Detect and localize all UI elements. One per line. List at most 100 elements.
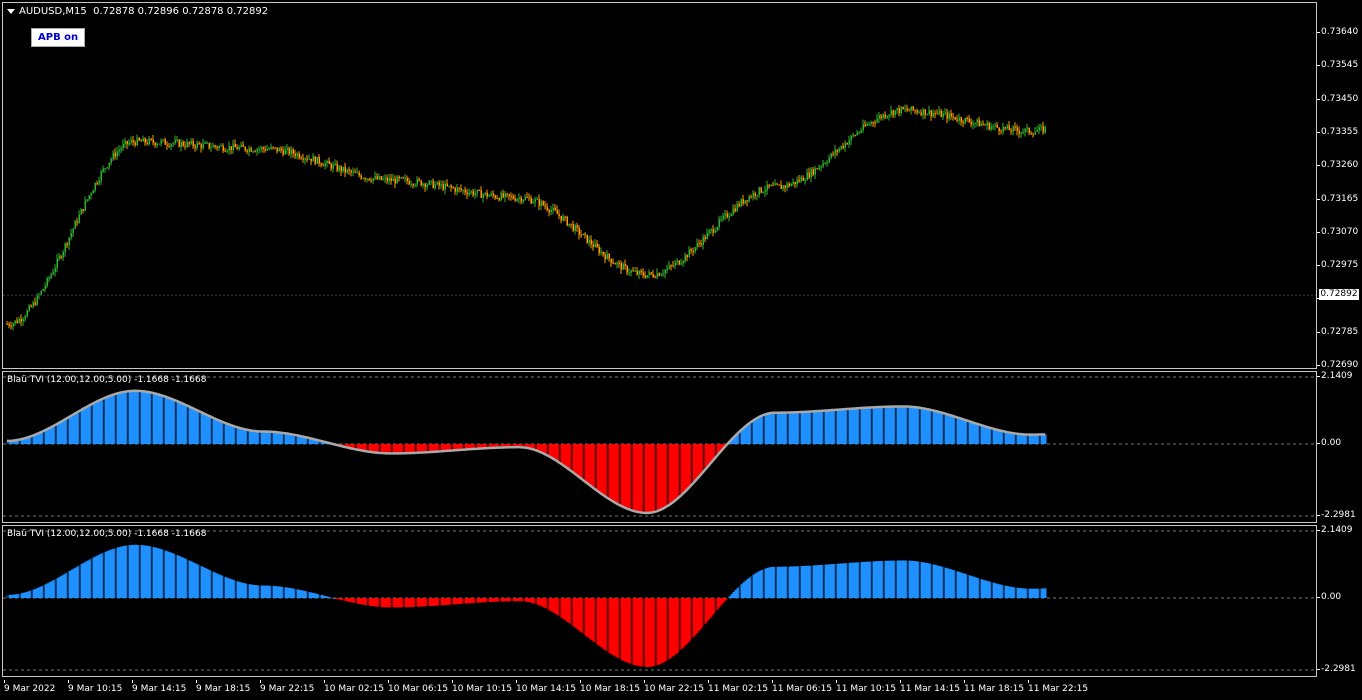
histogram-bar [204,568,207,599]
price-scale[interactable]: 0.73640 0.73545 0.73450 0.73355 0.73260 0.731… [1316,2,1362,370]
candle-body [504,193,506,198]
candle-body [416,179,418,185]
histogram-bar [146,545,149,599]
time-label: 11 Mar 22:15 [1028,680,1089,694]
histogram-bar [674,444,677,501]
candle-body [780,184,782,189]
histogram-bar [102,552,104,599]
histogram-bar [920,407,923,445]
candle-body [876,118,878,123]
histogram-bar [410,598,413,608]
histogram-bar [408,444,411,454]
histogram-bar [728,596,731,599]
histogram-bar [92,403,95,445]
histogram-bar [900,406,903,445]
histogram-bar [962,573,965,599]
histogram-bar [1022,588,1025,599]
indicator-2-canvas[interactable] [3,526,1317,677]
indicator-pane-2[interactable]: Blaü TVI (12.00,12.00,5.00) -1.1668 -1.1… [2,525,1317,677]
histogram-bar [832,564,835,599]
histogram-bar [72,568,75,599]
histogram-bar [776,566,779,599]
candle-body [338,166,340,171]
histogram-bar [818,411,821,445]
histogram-bar [268,585,271,599]
histogram-bar [126,545,128,599]
histogram-bar [976,423,979,445]
histogram-bar [420,598,423,607]
histogram-bar [842,563,845,599]
histogram-bar [6,594,8,599]
histogram-bar [262,585,265,599]
candle-body [894,110,896,116]
histogram-bar [836,409,839,445]
candle-body [1040,126,1042,128]
histogram-bar [956,417,959,445]
histogram-bar [266,431,269,445]
histogram-bar [188,406,191,445]
candle-body [434,184,436,188]
candle-body [220,145,222,147]
candle-body [682,260,684,264]
candle-body [642,272,644,276]
histogram-bar [690,444,692,486]
histogram-bar [930,563,932,599]
indicator-2-scale[interactable]: 2.1409 0.00 -2.2981 [1316,525,1362,677]
histogram-bar [874,561,877,599]
histogram-bar [110,549,113,599]
candle-body [352,171,354,173]
candle-body [410,184,412,186]
candle-body [592,244,594,248]
candle-body [158,143,160,145]
histogram-bar [130,544,133,599]
histogram-bar [600,598,603,648]
candle-body [586,234,588,243]
histogram-bar [980,425,983,445]
candle-body [590,239,592,245]
histogram-bar [802,411,805,445]
candle-body [366,178,368,180]
candle-body [732,208,734,215]
chart-menu-triangle-icon[interactable] [7,8,15,14]
candle-body [708,230,710,234]
candle-body [258,148,260,150]
indicator-1-scale[interactable]: 2.1409 0.00 -2.2981 [1316,371,1362,523]
histogram-bar [448,598,451,605]
candle-body [398,176,400,179]
indicator-1-label: Blaü TVI (12.00,12.00,5.00) -1.1668 -1.1… [7,375,207,385]
histogram-bar [452,598,455,605]
time-axis[interactable]: 9 Mar 2022 9 Mar 10:15 9 Mar 14:15 9 Mar 18… [0,680,1362,700]
candle-body [656,273,658,278]
candle-body [188,141,190,144]
candle-body [240,144,242,148]
candle-body [322,165,324,167]
candle-body [88,195,90,200]
histogram-bar [326,596,329,599]
histogram-bar [270,431,272,445]
apb-toggle-button[interactable]: APB on [31,28,86,47]
candle-body [102,168,104,172]
candle-body [762,192,764,194]
candle-body [274,147,276,149]
candle-body [8,324,10,326]
candle-body [374,176,376,179]
candle-body [184,145,186,147]
histogram-bar [352,598,355,603]
histogram-bar [64,573,67,599]
histogram-bar [238,427,241,445]
candle-body [60,256,62,258]
price-chart-canvas[interactable] [3,3,1317,369]
candle-body [540,201,542,206]
histogram-bar [840,563,843,599]
histogram-bar [580,444,583,479]
histogram-bar [188,560,191,599]
price-chart-pane[interactable]: AUDUSD,M15 0.72878 0.72896 0.72878 0.728… [2,2,1317,369]
candle-body [480,190,482,198]
indicator-1-canvas[interactable] [3,372,1317,523]
histogram-bar [604,444,607,497]
indicator-tick: 2.1409 [1317,371,1353,381]
histogram-bar [878,407,881,445]
candle-body [106,167,108,169]
histogram-bar [978,424,980,445]
indicator-pane-1[interactable]: Blaü TVI (12.00,12.00,5.00) -1.1668 -1.1… [2,371,1317,523]
